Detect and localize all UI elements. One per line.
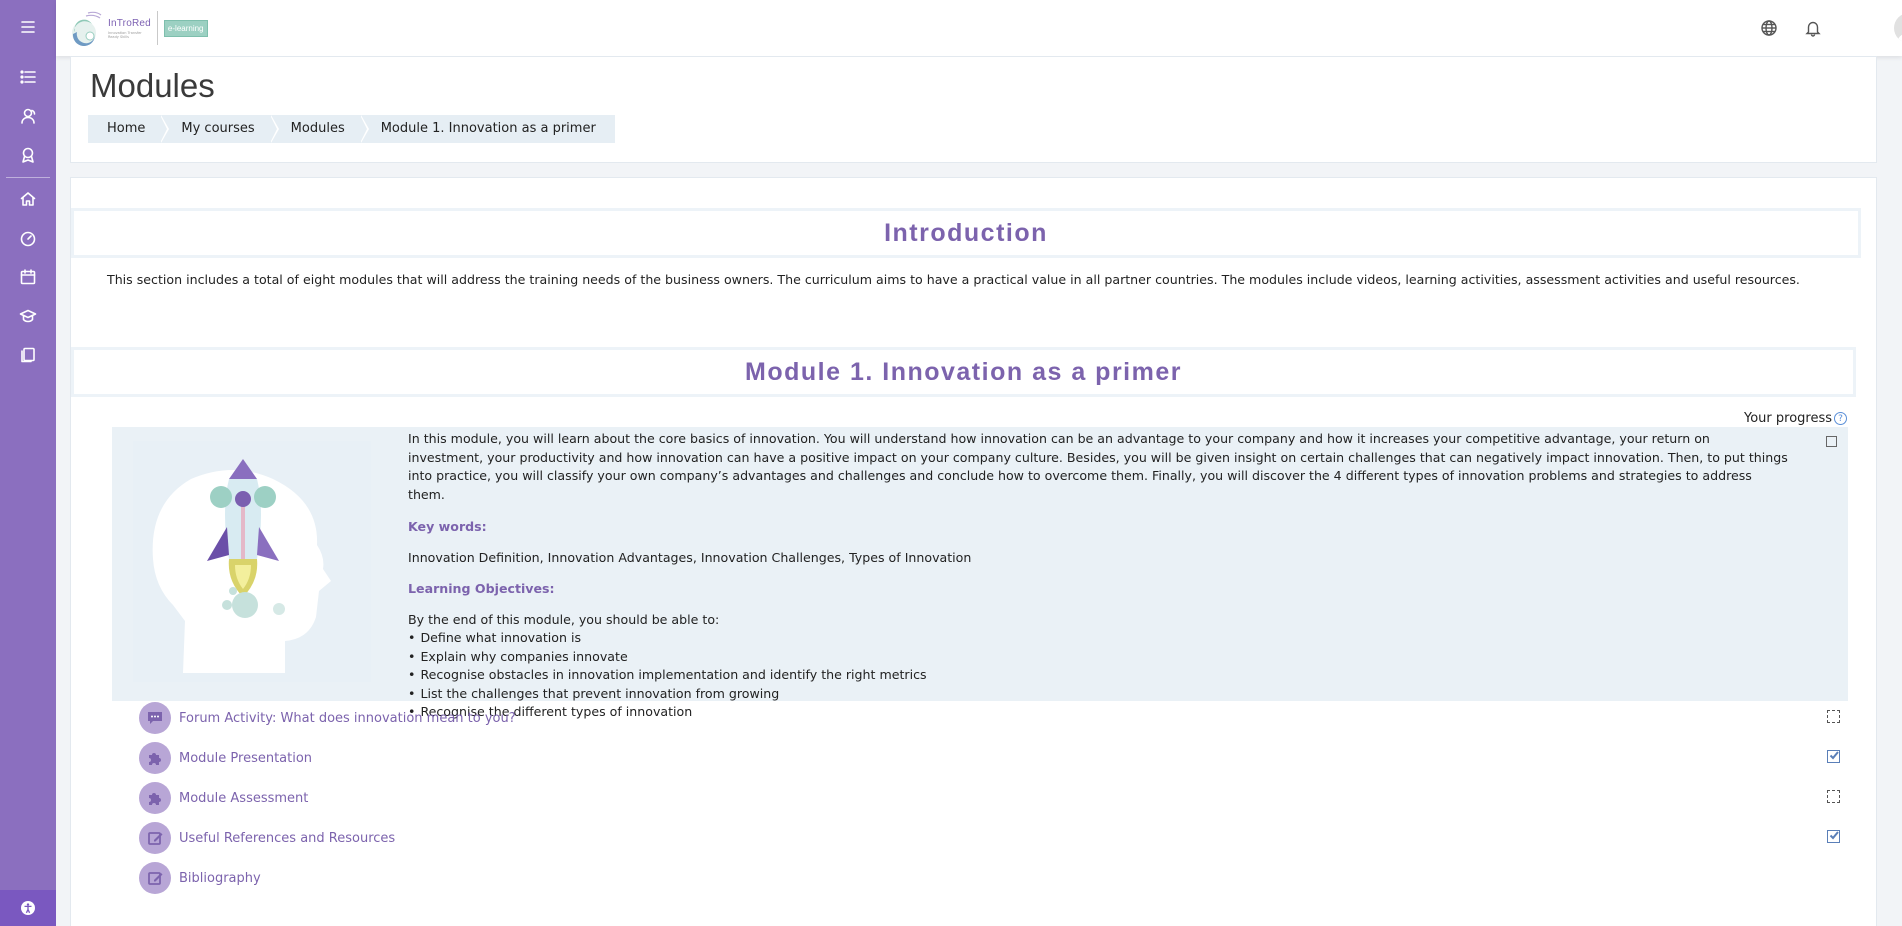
logo-name: InTroRed [108,17,151,29]
list-item: Recognise obstacles in innovation implem… [408,666,1788,685]
help-icon[interactable]: ? [1834,412,1848,425]
sidebar-item-my-courses[interactable] [0,297,56,335]
activity-module-presentation[interactable]: Module Presentation [139,742,312,774]
activity-label[interactable]: Module Assessment [179,791,308,806]
list-icon [20,70,36,84]
sidebar-divider [6,177,50,178]
activity-completion-checkbox[interactable] [1827,830,1840,843]
globe-icon [1761,20,1777,36]
activity-useful-references[interactable]: Useful References and Resources [139,822,395,854]
badge-icon [22,147,34,163]
sidebar-item-badges[interactable] [0,136,56,174]
module-illustration [133,441,371,682]
activity-label[interactable]: Bibliography [179,871,261,886]
module-summary: In this module, you will learn about the… [112,427,1848,719]
list-item: Define what innovation is [408,629,1788,648]
home-icon [20,192,36,206]
activity-forum[interactable]: Forum Activity: What does innovation mea… [139,702,516,734]
edit-page-icon [139,862,171,894]
list-item: Recognise the different types of innovat… [408,703,1788,722]
logo-mark-icon [68,10,104,47]
forum-icon [139,702,171,734]
menu-toggle-button[interactable] [0,8,56,46]
module-description: In this module, you will learn about the… [408,430,1788,722]
summary-paragraph: In this module, you will learn about the… [408,431,1788,502]
logo-divider [156,11,158,45]
sidebar-item-course-index[interactable] [0,58,56,96]
bell-icon [1805,21,1821,37]
activity-module-assessment[interactable]: Module Assessment [139,782,308,814]
sidebar-item-home[interactable] [0,180,56,218]
sidebar-item-calendar[interactable] [0,258,56,296]
dashboard-icon [20,231,36,247]
head-rocket-illustration-icon [133,441,371,682]
intro-text: This section includes a total of eight m… [107,272,1800,287]
graduation-cap-icon [19,309,37,323]
accessibility-button[interactable] [0,890,56,926]
module-section-title[interactable]: Module 1. Innovation as a primer [745,358,1182,387]
course-content: Introduction This section includes a tot… [70,177,1877,926]
user-silhouette-icon [1897,34,1902,43]
calendar-icon [20,269,36,285]
sidebar-item-dashboard[interactable] [0,219,56,257]
activity-label[interactable]: Useful References and Resources [179,831,395,846]
page-header: Modules Home My courses Modules Module 1… [70,56,1877,163]
edit-page-icon [139,822,171,854]
accessibility-icon [21,901,35,915]
users-icon [21,108,36,124]
activity-label[interactable]: Module Presentation [179,751,312,766]
page-title: Modules [90,67,215,104]
logo-badge: e-learning [163,19,208,37]
puzzle-icon [139,782,171,814]
hamburger-icon [21,21,35,33]
objectives-intro: By the end of this module, you should be… [408,611,720,627]
module-section-header: Module 1. Innovation as a primer [71,347,1856,397]
sidebar-item-participants[interactable] [0,97,56,135]
breadcrumb-home[interactable]: Home [88,115,170,143]
activity-bibliography[interactable]: Bibliography [139,862,261,894]
keywords-text: Innovation Definition, Innovation Advant… [408,549,972,565]
objectives-heading: Learning Objectives: [408,581,555,596]
summary-completion-checkbox[interactable] [1826,436,1837,447]
breadcrumb-modules[interactable]: Modules [270,115,369,143]
left-sidebar [0,0,56,926]
breadcrumb-current: Module 1. Innovation as a primer [360,115,615,143]
list-item: Explain why companies innovate [408,648,1788,667]
keywords-heading: Key words: [408,519,487,534]
checkmark-icon [1829,831,1839,840]
site-logo[interactable]: InTroRed Innovation Transfer Ready Skill… [68,4,228,52]
breadcrumb-my-courses[interactable]: My courses [161,115,279,143]
progress-label: Your progress ? [1744,411,1848,426]
notifications-button[interactable] [1801,16,1825,40]
breadcrumb: Home My courses Modules Module 1. Innova… [88,115,615,143]
activity-completion-checkbox[interactable] [1827,790,1840,803]
intro-section-header: Introduction [71,208,1861,258]
logo-tagline: Innovation Transfer Ready Skills [108,30,142,39]
list-item: List the challenges that prevent innovat… [408,685,1788,704]
activity-completion-checkbox[interactable] [1827,750,1840,763]
activity-completion-checkbox[interactable] [1827,710,1840,723]
files-icon [21,347,35,363]
sidebar-item-content-bank[interactable] [0,336,56,374]
top-navbar: InTroRed Innovation Transfer Ready Skill… [56,0,1902,56]
language-menu-button[interactable] [1757,16,1781,40]
checkmark-icon [1829,751,1839,760]
user-avatar[interactable] [1894,13,1902,43]
activity-label[interactable]: Forum Activity: What does innovation mea… [179,711,516,726]
progress-label-text: Your progress [1744,411,1833,426]
objectives-list: Define what innovation is Explain why co… [408,629,1788,722]
intro-section-title: Introduction [884,218,1048,247]
puzzle-icon [139,742,171,774]
